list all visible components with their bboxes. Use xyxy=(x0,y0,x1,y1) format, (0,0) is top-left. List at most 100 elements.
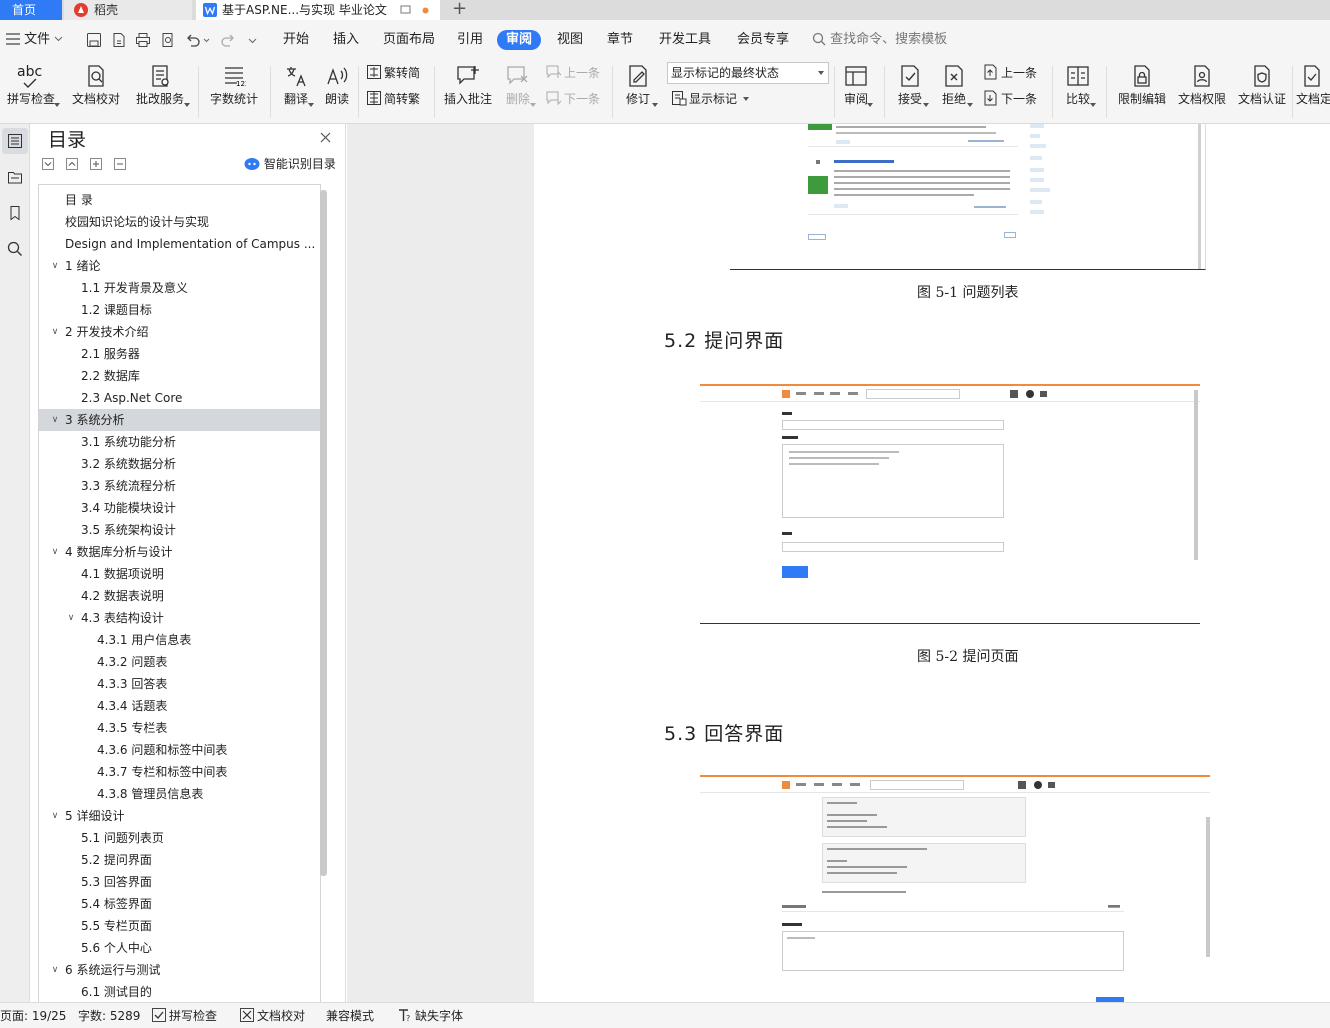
restrict-edit-button[interactable]: 限制编辑 xyxy=(1114,64,1170,106)
toc-item[interactable]: ∨ 1 绪论 xyxy=(39,255,320,277)
add-heading-icon[interactable] xyxy=(90,158,102,170)
missing-font-status[interactable]: ? 缺失字体 xyxy=(398,1008,463,1024)
toc-item[interactable]: 3.5 系统架构设计 xyxy=(39,519,320,541)
undo-icon[interactable] xyxy=(185,32,201,48)
toc-item[interactable]: 5.6 个人中心 xyxy=(39,937,320,959)
insert-comment-button[interactable]: 插入批注 xyxy=(440,64,496,106)
expand-chevron-icon[interactable]: ∨ xyxy=(49,409,61,431)
prev-comment-button[interactable]: 上一条 xyxy=(546,63,600,83)
reject-button[interactable]: 拒绝 xyxy=(934,64,974,107)
toc-item[interactable]: 2.1 服务器 xyxy=(39,343,320,365)
window-restore-icon[interactable] xyxy=(400,5,411,16)
bookmark-icon[interactable] xyxy=(7,205,23,221)
toc-item[interactable]: 4.3.6 问题和标签中间表 xyxy=(39,739,320,761)
menu-developer[interactable]: 开发工具 xyxy=(659,30,711,50)
toc-item[interactable]: 5.4 标签界面 xyxy=(39,893,320,915)
expand-chevron-icon[interactable]: ∨ xyxy=(49,805,61,827)
menu-home[interactable]: 开始 xyxy=(283,30,309,50)
smart-toc-button[interactable]: 智能识别目录 xyxy=(244,156,336,172)
expand-chevron-icon[interactable]: ∨ xyxy=(65,607,77,629)
toc-item[interactable]: 4.3.2 问题表 xyxy=(39,651,320,673)
menu-page-layout[interactable]: 页面布局 xyxy=(383,30,435,50)
output-pdf-icon[interactable] xyxy=(111,32,127,48)
document-page[interactable]: 图 5-1 问题列表 5.2 提问界面 图 5-2 提问页面 5.3 回答界面 xyxy=(534,124,1330,1002)
markup-display-select[interactable]: 显示标记的最终状态 xyxy=(667,62,829,84)
next-comment-button[interactable]: 下一条 xyxy=(546,89,600,109)
toc-item[interactable]: ∨ 3 系统分析 xyxy=(39,409,320,431)
toc-item[interactable]: ∨ 4.3 表结构设计 xyxy=(39,607,320,629)
page-indicator[interactable]: 页面: 19/25 xyxy=(0,1008,66,1024)
toc-item[interactable]: ∨ 2 开发技术介绍 xyxy=(39,321,320,343)
translate-button[interactable]: 翻译 xyxy=(276,64,316,107)
delete-comment-button[interactable]: 删除 xyxy=(500,64,536,107)
toc-item[interactable]: ∨ 6 系统运行与测试 xyxy=(39,959,320,981)
toc-item[interactable]: 4.1 数据项说明 xyxy=(39,563,320,585)
toc-item[interactable]: 1.2 课题目标 xyxy=(39,299,320,321)
expand-chevron-icon[interactable]: ∨ xyxy=(49,321,61,343)
simp-to-trad-button[interactable]: 简转繁 xyxy=(366,89,420,109)
toc-item[interactable]: 3.3 系统流程分析 xyxy=(39,475,320,497)
menu-chapter[interactable]: 章节 xyxy=(607,30,633,50)
expand-chevron-icon[interactable]: ∨ xyxy=(49,959,61,981)
tab-document[interactable]: 基于ASP.NE...与实现 毕业论文 xyxy=(196,0,440,20)
prev-change-button[interactable]: 上一条 xyxy=(983,63,1037,83)
next-change-button[interactable]: 下一条 xyxy=(983,89,1037,109)
menu-insert[interactable]: 插入 xyxy=(333,30,359,50)
doc-permission-button[interactable]: 文档权限 xyxy=(1174,64,1230,106)
menu-view[interactable]: 视图 xyxy=(557,30,583,50)
menu-review[interactable]: 审阅 xyxy=(497,30,542,50)
toc-item[interactable]: 4.3.5 专栏表 xyxy=(39,717,320,739)
toc-item[interactable]: 4.3.4 话题表 xyxy=(39,695,320,717)
toc-nav-button[interactable] xyxy=(2,128,28,154)
toc-item[interactable]: 4.3.1 用户信息表 xyxy=(39,629,320,651)
word-count-status[interactable]: 字数: 5289 xyxy=(78,1008,140,1024)
expand-chevron-icon[interactable]: ∨ xyxy=(49,541,61,563)
print-preview-icon[interactable] xyxy=(160,32,176,48)
new-tab-button[interactable]: + xyxy=(452,0,472,20)
tab-home[interactable]: 首页 xyxy=(0,0,62,20)
toc-item[interactable]: 1.1 开发背景及意义 xyxy=(39,277,320,299)
close-icon[interactable] xyxy=(320,132,331,143)
word-count-button[interactable]: 123 字数统计 xyxy=(206,64,262,106)
print-icon[interactable] xyxy=(135,32,151,48)
toc-item[interactable]: ∨ 5 详细设计 xyxy=(39,805,320,827)
track-changes-button[interactable]: 修订 xyxy=(618,64,658,107)
expand-chevron-icon[interactable]: ∨ xyxy=(49,255,61,277)
save-icon[interactable] xyxy=(86,32,102,48)
redo-icon[interactable] xyxy=(220,32,236,48)
collapse-all-icon[interactable] xyxy=(66,158,78,170)
toc-item[interactable]: 校园知识论坛的设计与实现 xyxy=(39,211,320,233)
remove-heading-icon[interactable] xyxy=(114,158,126,170)
menu-references[interactable]: 引用 xyxy=(457,30,483,50)
spell-check-status[interactable]: 拼写检查 xyxy=(152,1008,217,1024)
toc-item[interactable]: 4.3.7 专栏和标签中间表 xyxy=(39,761,320,783)
review-pane-button[interactable]: 审阅 xyxy=(836,64,876,107)
trad-to-simp-button[interactable]: 繁转简 xyxy=(366,63,420,83)
accept-button[interactable]: 接受 xyxy=(890,64,930,107)
toc-item[interactable]: 3.2 系统数据分析 xyxy=(39,453,320,475)
compare-button[interactable]: 比较 xyxy=(1058,64,1098,107)
toc-item[interactable]: 6.1 测试目的 xyxy=(39,981,320,1002)
undo-dropdown-icon[interactable] xyxy=(203,38,210,43)
toc-item[interactable]: 3.4 功能模块设计 xyxy=(39,497,320,519)
toc-item[interactable]: 2.2 数据库 xyxy=(39,365,320,387)
toc-item[interactable]: 4.2 数据表说明 xyxy=(39,585,320,607)
toc-item[interactable]: ∨ 4 数据库分析与设计 xyxy=(39,541,320,563)
quick-access-dropdown-icon[interactable] xyxy=(248,38,257,44)
doc-finalize-button[interactable]: 文档定 xyxy=(1296,64,1330,106)
toc-item[interactable]: 3.1 系统功能分析 xyxy=(39,431,320,453)
tab-docer[interactable]: 稻壳 xyxy=(64,0,192,20)
file-menu[interactable]: 文件 xyxy=(6,30,63,50)
proofread-status[interactable]: 文档校对 xyxy=(240,1008,305,1024)
show-markup-button[interactable]: 显示标记 xyxy=(671,89,749,109)
find-icon[interactable] xyxy=(7,241,23,257)
chapter-nav-icon[interactable] xyxy=(7,169,23,185)
read-aloud-button[interactable]: 朗读 xyxy=(320,64,354,106)
toc-item[interactable]: 5.1 问题列表页 xyxy=(39,827,320,849)
toc-item[interactable]: 4.3.3 回答表 xyxy=(39,673,320,695)
annotate-service-button[interactable]: 批改服务 xyxy=(130,64,190,107)
proofread-button[interactable]: 文档校对 xyxy=(70,64,122,106)
expand-all-icon[interactable] xyxy=(42,158,54,170)
doc-certify-button[interactable]: 文档认证 xyxy=(1234,64,1290,106)
toc-scrollbar[interactable] xyxy=(320,190,327,876)
